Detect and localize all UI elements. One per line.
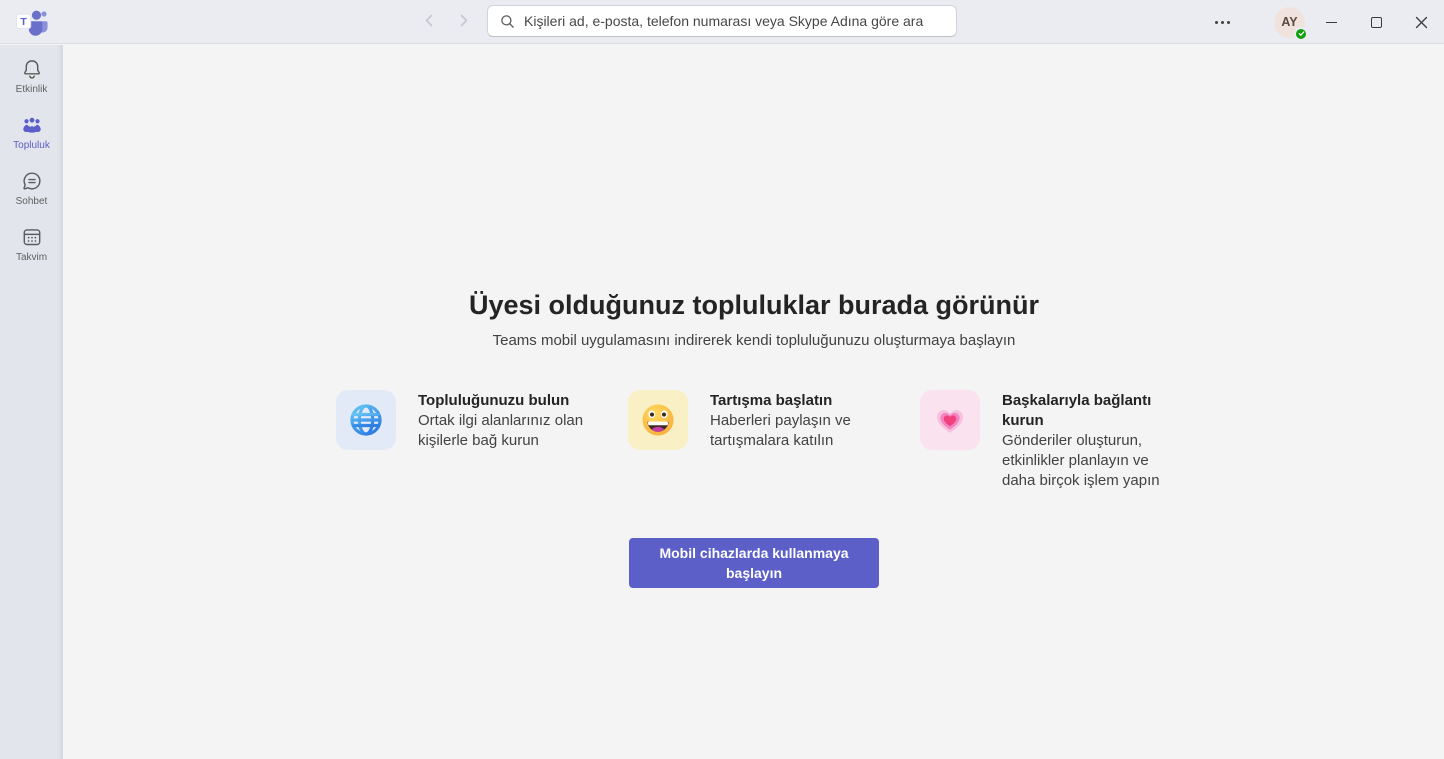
search-bar[interactable] — [487, 5, 957, 37]
page-title: Üyesi olduğunuz topluluklar burada görün… — [469, 290, 1039, 321]
avatar-initials: AY — [1281, 15, 1297, 29]
feature-title: Tartışma başlatın — [710, 391, 880, 411]
feature-start-discussion: Tartışma başlatın Haberleri paylaşın ve … — [628, 390, 880, 491]
back-button[interactable] — [421, 12, 438, 29]
sidebar-item-activity[interactable]: Etkinlik — [0, 58, 63, 95]
close-button[interactable] — [1399, 0, 1444, 44]
smiley-icon — [628, 390, 688, 450]
sidebar-item-label: Takvim — [16, 252, 47, 263]
page-subtitle: Teams mobil uygulamasını indirerek kendi… — [493, 332, 1016, 349]
sidebar-item-label: Sohbet — [16, 196, 48, 207]
maximize-icon — [1371, 17, 1382, 28]
avatar[interactable]: AY — [1274, 7, 1305, 38]
forward-button[interactable] — [455, 12, 472, 29]
svg-text:T: T — [20, 16, 27, 28]
app-rail: Etkinlik Topluluk Sohbet — [0, 45, 63, 759]
people-community-icon — [21, 114, 43, 136]
calendar-icon — [21, 226, 43, 248]
feature-description: Haberleri paylaşın ve tartışmalara katıl… — [710, 411, 880, 451]
get-started-mobile-button[interactable]: Mobil cihazlarda kullanmaya başlayın — [629, 538, 879, 588]
sidebar-item-label: Etkinlik — [16, 84, 48, 95]
feature-description: Gönderiler oluşturun, etkinlikler planla… — [1002, 431, 1172, 491]
history-navigation — [421, 12, 472, 29]
sidebar-item-calendar[interactable]: Takvim — [0, 226, 63, 263]
presence-available-icon — [1294, 27, 1308, 41]
sidebar-item-label: Topluluk — [13, 140, 50, 151]
bell-icon — [21, 58, 43, 80]
more-options-button[interactable] — [1207, 13, 1238, 32]
feature-title: Topluluğunuzu bulun — [418, 391, 588, 411]
heart-icon — [920, 390, 980, 450]
minimize-icon — [1326, 22, 1337, 23]
maximize-button[interactable] — [1354, 0, 1399, 44]
chat-icon — [21, 170, 43, 192]
search-icon — [500, 14, 515, 29]
close-icon — [1415, 16, 1428, 29]
communities-empty-state: Üyesi olduğunuz topluluklar burada görün… — [64, 45, 1444, 759]
feature-find-community: Topluluğunuzu bulun Ortak ilgi alanların… — [336, 390, 588, 491]
feature-connect-others: Başkalarıyla bağlantı kurun Gönderiler o… — [920, 390, 1172, 491]
minimize-button[interactable] — [1309, 0, 1354, 44]
feature-description: Ortak ilgi alanlarınız olan kişilerle ba… — [418, 411, 588, 451]
search-input[interactable] — [524, 13, 944, 29]
feature-list: Topluluğunuzu bulun Ortak ilgi alanların… — [336, 390, 1172, 491]
sidebar-item-chat[interactable]: Sohbet — [0, 170, 63, 207]
titlebar-controls: AY — [1207, 0, 1444, 44]
globe-icon — [336, 390, 396, 450]
sidebar-item-communities[interactable]: Topluluk — [0, 114, 63, 151]
teams-logo-icon: T — [15, 8, 49, 36]
title-bar: T AY — [0, 0, 1444, 44]
feature-title: Başkalarıyla bağlantı kurun — [1002, 391, 1172, 431]
